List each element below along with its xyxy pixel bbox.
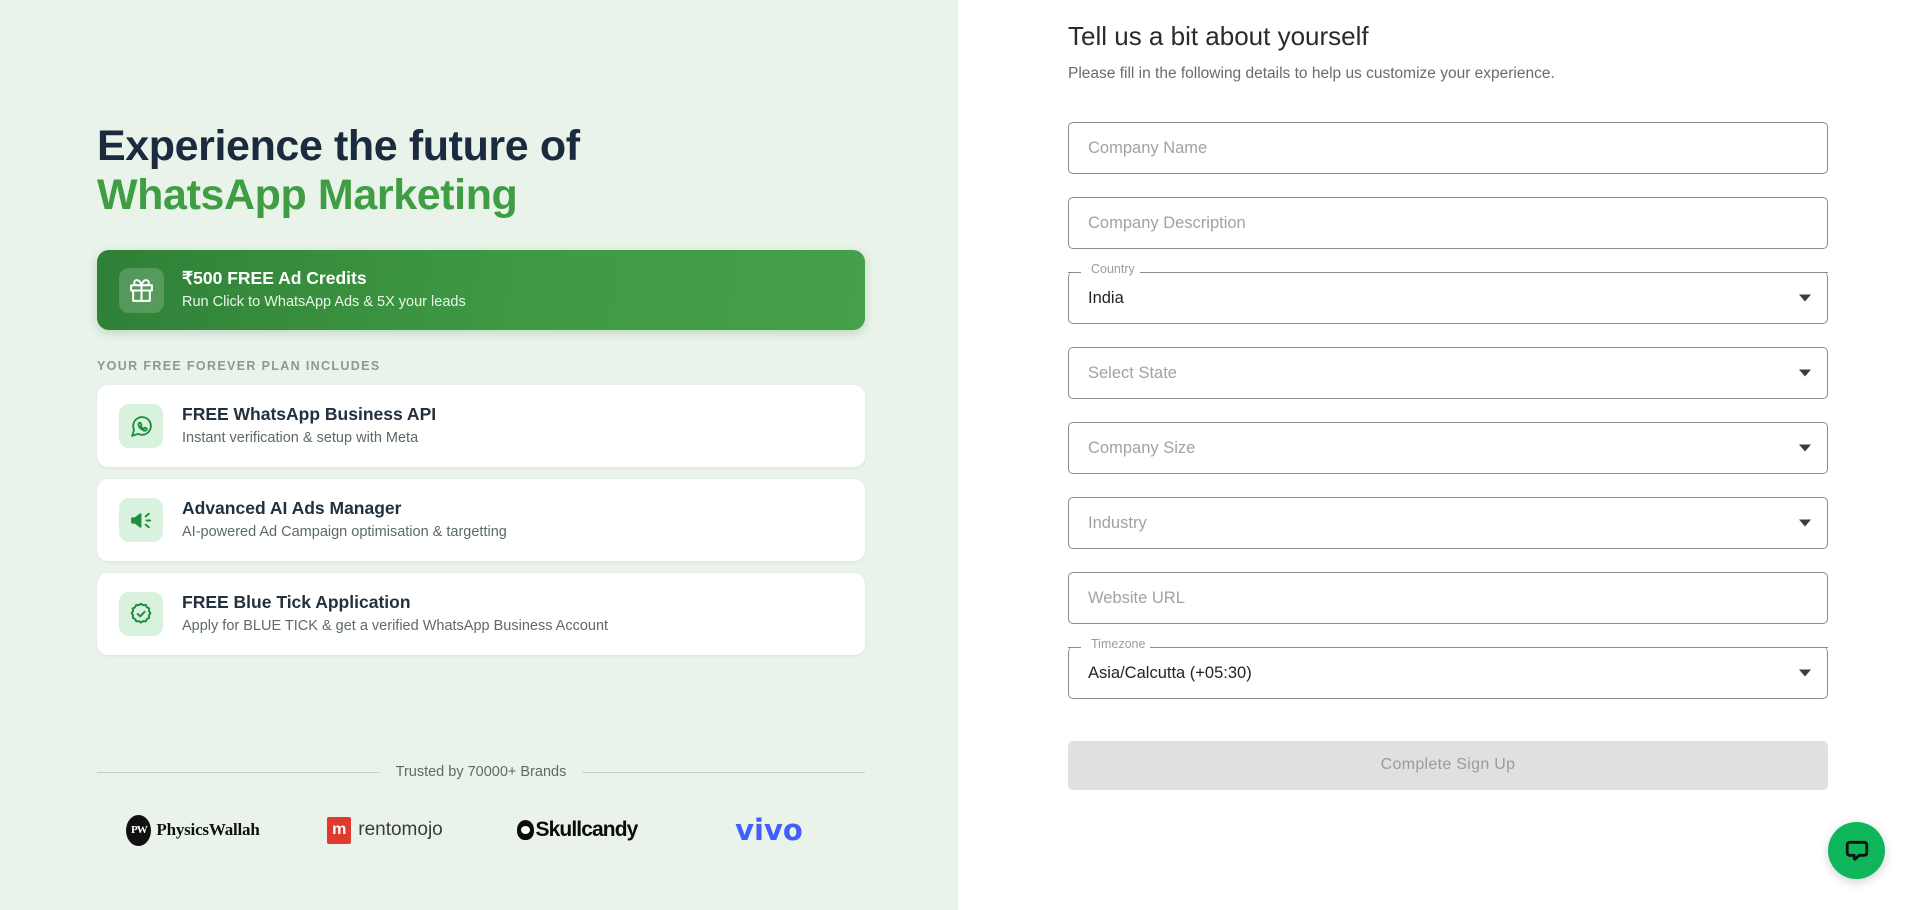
company-size-select[interactable]: Company Size bbox=[1068, 421, 1828, 474]
signup-page: Experience the future of WhatsApp Market… bbox=[0, 0, 1908, 910]
feature-card-ai-ads-manager: Advanced AI Ads Manager AI-powered Ad Ca… bbox=[97, 479, 865, 562]
banner-title: ₹500 FREE Ad Credits bbox=[182, 268, 367, 289]
feature-text: FREE Blue Tick Application Apply for BLU… bbox=[182, 591, 608, 638]
field-outline bbox=[1068, 346, 1828, 399]
company-size-placeholder: Company Size bbox=[1088, 438, 1196, 457]
industry-placeholder: Industry bbox=[1088, 513, 1147, 532]
brand-name: vivo bbox=[735, 813, 803, 847]
state-select[interactable]: Select State bbox=[1068, 346, 1828, 399]
feature-title: FREE WhatsApp Business API bbox=[182, 403, 437, 424]
brand-name: Skullcandy bbox=[535, 818, 639, 841]
banner-subtitle: Run Click to WhatsApp Ads & 5X your lead… bbox=[182, 293, 466, 310]
feature-subtitle: Apply for BLUE TICK & get a verified Wha… bbox=[182, 618, 609, 635]
pw-monogram-icon: PW bbox=[126, 814, 152, 846]
website-url-field[interactable]: Website URL bbox=[1068, 571, 1828, 624]
skull-icon bbox=[516, 820, 534, 840]
social-proof: Trusted by 70000+ Brands PW PhysicsWalla… bbox=[97, 764, 866, 850]
company-name-field[interactable]: Company Name bbox=[1068, 121, 1828, 174]
brand-logo-row: PW PhysicsWallah m rentomojo Skullcandy bbox=[97, 810, 865, 850]
country-value: India bbox=[1088, 288, 1124, 307]
feature-card-whatsapp-api: FREE WhatsApp Business API Instant verif… bbox=[97, 385, 865, 468]
brand-logo-physicswallah: PW PhysicsWallah bbox=[97, 810, 289, 850]
rentomojo-logo: m rentomojo bbox=[327, 816, 443, 844]
field-notch bbox=[1068, 646, 1828, 648]
feature-subtitle: AI-powered Ad Campaign optimisation & ta… bbox=[182, 524, 507, 541]
company-name-placeholder: Company Name bbox=[1088, 138, 1208, 157]
ad-credits-banner: ₹500 FREE Ad Credits Run Click to WhatsA… bbox=[97, 250, 865, 331]
brand-logo-rentomojo: m rentomojo bbox=[289, 810, 481, 850]
chevron-down-icon[interactable] bbox=[1799, 444, 1811, 452]
divider-rule-left bbox=[97, 771, 380, 773]
timezone-label: Timezone bbox=[1086, 638, 1151, 651]
feature-card-blue-tick: FREE Blue Tick Application Apply for BLU… bbox=[97, 573, 865, 656]
country-select[interactable]: Country India bbox=[1068, 263, 1828, 324]
signup-form-panel: Tell us a bit about yourself Please fill… bbox=[958, 0, 1908, 910]
rentomojo-monogram-icon: m bbox=[327, 816, 352, 844]
trust-divider: Trusted by 70000+ Brands bbox=[97, 764, 866, 780]
signup-form: Company Name Company Description Country… bbox=[1068, 121, 1828, 790]
state-placeholder: Select State bbox=[1088, 363, 1177, 382]
feature-title: FREE Blue Tick Application bbox=[182, 591, 411, 612]
chevron-down-icon[interactable] bbox=[1799, 669, 1811, 677]
page-headline: Experience the future of WhatsApp Market… bbox=[97, 122, 861, 220]
page-title: Tell us a bit about yourself bbox=[1068, 21, 1369, 51]
feature-list: FREE WhatsApp Business API Instant verif… bbox=[97, 385, 865, 656]
megaphone-icon bbox=[119, 498, 163, 543]
company-description-field[interactable]: Company Description bbox=[1068, 196, 1828, 249]
headline-line-2: WhatsApp Marketing bbox=[97, 171, 518, 220]
skullcandy-logo: Skullcandy bbox=[516, 818, 639, 842]
headline-line-1: Experience the future of bbox=[97, 122, 580, 170]
chevron-down-icon[interactable] bbox=[1799, 294, 1811, 302]
trust-text: Trusted by 70000+ Brands bbox=[395, 764, 567, 780]
brand-name: PhysicsWallah bbox=[156, 820, 260, 839]
complete-signup-button[interactable]: Complete Sign Up bbox=[1068, 740, 1828, 790]
verified-badge-icon bbox=[119, 592, 163, 637]
company-description-placeholder: Company Description bbox=[1088, 213, 1246, 232]
banner-text: ₹500 FREE Ad Credits Run Click to WhatsA… bbox=[182, 267, 466, 313]
form-subtitle: Please fill in the following details to … bbox=[1068, 64, 1555, 82]
brand-logo-vivo: vivo bbox=[673, 810, 865, 850]
gift-icon bbox=[119, 267, 164, 313]
feature-text: FREE WhatsApp Business API Instant verif… bbox=[182, 403, 436, 450]
physicswallah-logo: PW PhysicsWallah bbox=[126, 814, 260, 846]
field-outline bbox=[1068, 496, 1828, 549]
brand-name: rentomojo bbox=[358, 819, 443, 840]
website-url-placeholder: Website URL bbox=[1088, 588, 1185, 607]
livechat-launcher-button[interactable] bbox=[1828, 822, 1885, 879]
feature-text: Advanced AI Ads Manager AI-powered Ad Ca… bbox=[182, 497, 507, 544]
country-label: Country bbox=[1086, 263, 1140, 276]
chevron-down-icon[interactable] bbox=[1799, 519, 1811, 527]
timezone-select[interactable]: Timezone Asia/Calcutta (+05:30) bbox=[1068, 638, 1828, 699]
industry-select[interactable]: Industry bbox=[1068, 496, 1828, 549]
whatsapp-icon bbox=[119, 404, 163, 449]
brand-logo-skullcandy: Skullcandy bbox=[481, 810, 673, 850]
field-outline bbox=[1068, 271, 1828, 324]
feature-title: Advanced AI Ads Manager bbox=[182, 497, 402, 518]
chat-bubble-icon bbox=[1845, 840, 1868, 861]
field-notch bbox=[1068, 271, 1828, 273]
chevron-down-icon[interactable] bbox=[1799, 369, 1811, 377]
divider-rule-right bbox=[582, 771, 866, 773]
plan-section-label: YOUR FREE FOREVER PLAN INCLUDES bbox=[97, 359, 381, 374]
feature-subtitle: Instant verification & setup with Meta bbox=[182, 430, 419, 447]
marketing-panel: Experience the future of WhatsApp Market… bbox=[0, 0, 958, 910]
timezone-value: Asia/Calcutta (+05:30) bbox=[1088, 663, 1252, 682]
